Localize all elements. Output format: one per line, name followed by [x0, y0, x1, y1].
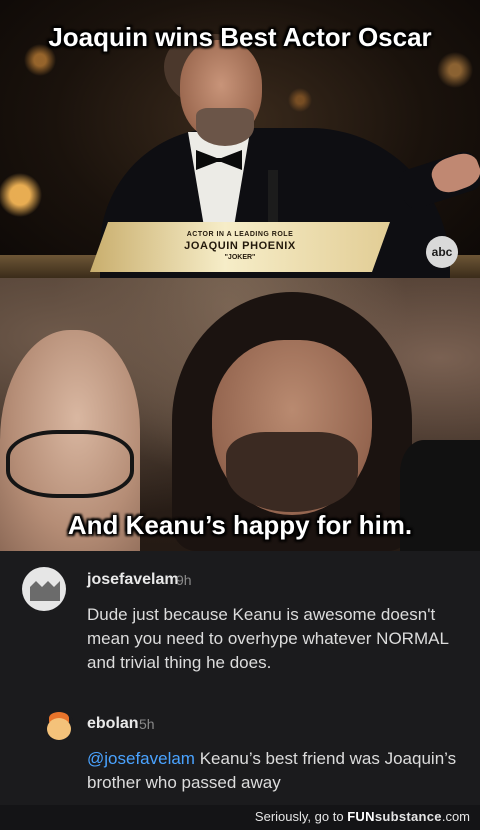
footer-suffix: .com [441, 809, 470, 824]
network-logo: abc [426, 236, 458, 268]
comment-timestamp: 5h [139, 716, 155, 732]
brand-name: FUNsubstance [347, 809, 442, 824]
fry-face-icon [47, 718, 71, 740]
user-mention-link[interactable]: @josefavelam [87, 749, 195, 768]
beard [196, 108, 254, 146]
lower-third-banner: ACTOR IN A LEADING ROLE JOAQUIN PHOENIX … [90, 222, 390, 272]
comment-text: Dude just because Keanu is awesome doesn… [87, 605, 449, 672]
brand-substance: substance [374, 809, 442, 824]
bottom-caption: And Keanu’s happy for him. [67, 510, 413, 540]
top-caption: Joaquin wins Best Actor Oscar [48, 22, 432, 52]
user-avatar[interactable] [22, 567, 66, 611]
keanu-beard [226, 432, 358, 512]
user-avatar[interactable] [43, 710, 74, 741]
footer-prefix: Seriously, go to [254, 809, 348, 824]
comment-text: @josefavelam Keanu’s best friend was Joa… [87, 747, 467, 795]
lower-third-film: "JOKER" [224, 254, 256, 261]
colosseum-icon [30, 581, 60, 601]
footer-watermark[interactable]: Seriously, go to FUNsubstance.com [255, 809, 470, 824]
comment-timestamp: 9h [176, 572, 192, 588]
lower-third-category: ACTOR IN A LEADING ROLE [186, 231, 294, 238]
site-footer: Seriously, go to FUNsubstance.com [0, 805, 480, 830]
comment-username[interactable]: josefavelam [87, 571, 179, 589]
brand-fun: FUN [347, 809, 375, 824]
meme-image[interactable]: ACTOR IN A LEADING ROLE JOAQUIN PHOENIX … [0, 0, 480, 551]
lower-third-name: JOAQUIN PHOENIX [184, 240, 296, 252]
comment-username[interactable]: ebolan [87, 715, 139, 733]
glasses [6, 430, 134, 498]
